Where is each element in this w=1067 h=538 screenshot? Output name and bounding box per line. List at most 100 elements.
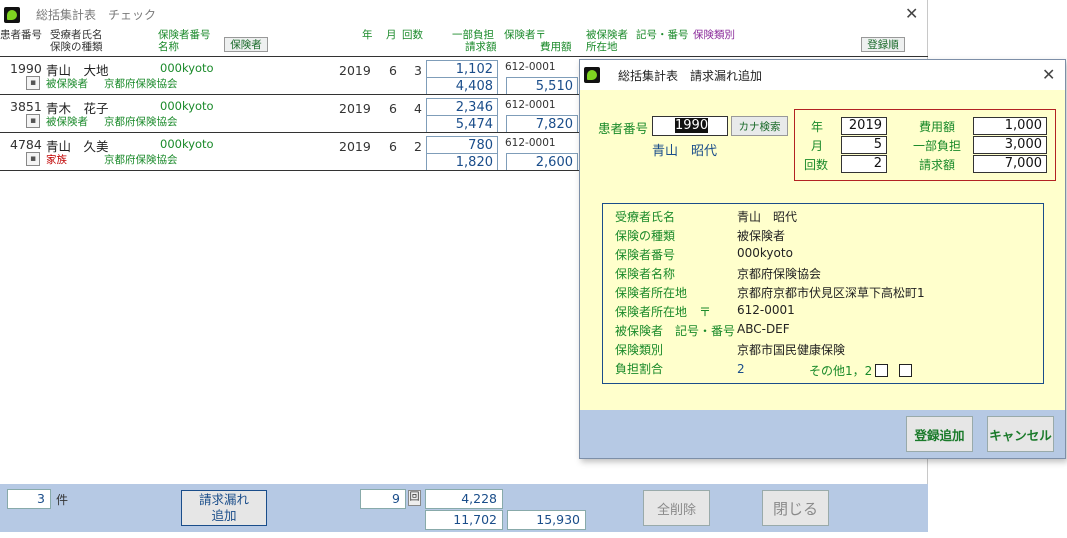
- row-detail-button[interactable]: ▪: [26, 114, 40, 128]
- info-label: 被保険者 記号・番号: [615, 324, 736, 338]
- patient-info-group: 受療者氏名 青山 昭代 保険の種類 被保険者 保険者番号 000kyoto 保険…: [602, 203, 1044, 384]
- row-copay-value: 2,346: [426, 98, 498, 116]
- header-location: 所在地: [586, 41, 618, 53]
- header-insured: 被保険者: [586, 29, 628, 41]
- close-button[interactable]: 閉じる: [762, 490, 829, 526]
- row-insurer-no: 000kyoto: [160, 61, 214, 75]
- burden-ratio-label: 負担割合: [615, 362, 664, 376]
- row-count: 2: [414, 139, 422, 154]
- cost-label: 費用額: [919, 120, 956, 134]
- header-insurer-no: 保険者番号: [158, 29, 211, 41]
- year-label: 年: [811, 120, 824, 134]
- row-detail-button[interactable]: ▪: [26, 76, 40, 90]
- record-count-field: 3: [7, 489, 51, 509]
- kana-search-button[interactable]: カナ検索: [731, 116, 788, 136]
- total-copay-field: 4,228: [425, 489, 503, 509]
- info-value: 京都府保険協会: [737, 267, 822, 281]
- register-add-button[interactable]: 登録追加: [906, 416, 973, 452]
- info-value: 000kyoto: [737, 246, 793, 260]
- info-value: 被保険者: [737, 229, 786, 243]
- row-copay-value: 1,102: [426, 60, 498, 78]
- count-input[interactable]: 2: [841, 155, 887, 173]
- other-2-checkbox[interactable]: [899, 364, 912, 377]
- cost-input[interactable]: 1,000: [973, 117, 1047, 135]
- row-patient-no: 4784: [10, 137, 42, 152]
- header-year: 年: [362, 29, 373, 41]
- row-cost-value: 2,600: [506, 153, 578, 171]
- info-label: 保険の種類: [615, 229, 676, 243]
- header-cost: 費用額: [540, 41, 572, 53]
- row-month: 6: [389, 101, 397, 116]
- row-year: 2019: [339, 101, 371, 116]
- header-patient-no: 患者番号: [0, 29, 42, 41]
- insurer-sort-button[interactable]: 保険者: [224, 37, 268, 52]
- info-value: 京都府京都市伏見区深草下高松町1: [737, 286, 925, 300]
- row-copay-value: 780: [426, 136, 498, 154]
- record-unit-label: 件: [56, 493, 69, 507]
- add-missing-claim-label-2: 追加: [211, 508, 237, 523]
- row-year: 2019: [339, 63, 371, 78]
- row-insurer-zip: 612-0001: [505, 137, 556, 149]
- info-label: 保険者所在地: [615, 286, 688, 300]
- add-missing-claim-button[interactable]: 請求漏れ 追加: [181, 490, 267, 526]
- header-symbol-no: 記号・番号: [636, 29, 689, 41]
- row-claim-value: 4,408: [426, 77, 498, 95]
- other-1-checkbox[interactable]: [875, 364, 888, 377]
- app-logo-icon: [4, 7, 20, 23]
- row-detail-button[interactable]: ▪: [26, 152, 40, 166]
- month-label: 月: [811, 139, 824, 153]
- row-insurer-name: 京都府保険協会: [104, 78, 178, 90]
- header-patient-name: 受療者氏名: [50, 29, 103, 41]
- main-footer: 3 件 請求漏れ 追加 9 回 4,228 11,702 15,930 全削除 …: [0, 484, 928, 532]
- row-count: 3: [414, 63, 422, 78]
- row-insurance-type: 家族: [46, 154, 67, 166]
- row-month: 6: [389, 139, 397, 154]
- claim-input[interactable]: 7,000: [973, 155, 1047, 173]
- row-divider: [0, 56, 928, 57]
- row-insurer-zip: 612-0001: [505, 99, 556, 111]
- dialog-footer: 登録追加 キャンセル: [580, 410, 1065, 458]
- header-month: 月: [386, 29, 397, 41]
- info-value: 612-0001: [737, 303, 795, 317]
- row-insurer-zip: 612-0001: [505, 61, 556, 73]
- close-icon[interactable]: ✕: [905, 4, 918, 23]
- month-input[interactable]: 5: [841, 136, 887, 154]
- total-cost-field: 15,930: [507, 510, 586, 530]
- patient-no-label: 患者番号: [598, 121, 649, 136]
- add-missing-claim-label-1: 請求漏れ: [198, 492, 249, 507]
- dialog-titlebar: 総括集計表 請求漏れ追加 ✕: [580, 60, 1065, 90]
- header-insurance-class: 保険類別: [693, 29, 735, 41]
- delete-all-button[interactable]: 全削除: [643, 490, 710, 526]
- count-unit-label: 回: [408, 490, 421, 506]
- header-copay: 一部負担: [452, 29, 494, 41]
- amount-group: 年 2019 月 5 回数 2 費用額 1,000 一部負担 3,000 請求額…: [794, 109, 1056, 181]
- copay-input[interactable]: 3,000: [973, 136, 1047, 154]
- row-claim-value: 5,474: [426, 115, 498, 133]
- row-patient-no: 1990: [10, 61, 42, 76]
- burden-ratio-value: 2: [737, 362, 745, 376]
- row-insurance-type: 被保険者: [46, 116, 88, 128]
- dialog-logo-icon: [584, 67, 600, 83]
- info-value: 京都市国民健康保険: [737, 343, 846, 357]
- claim-label: 請求額: [919, 158, 956, 172]
- cancel-button[interactable]: キャンセル: [987, 416, 1054, 452]
- window-title: 総括集計表 チェック: [36, 8, 157, 22]
- count-label: 回数: [804, 158, 829, 172]
- year-input[interactable]: 2019: [841, 117, 887, 135]
- header-claim: 請求額: [465, 41, 497, 53]
- header-count: 回数: [402, 29, 423, 41]
- row-patient-no: 3851: [10, 99, 42, 114]
- dialog-title: 総括集計表 請求漏れ追加: [618, 69, 763, 83]
- patient-no-value: 1990: [675, 118, 709, 133]
- header-insurer-name: 名称: [158, 41, 179, 53]
- total-count-field: 9: [360, 489, 406, 509]
- registration-order-button[interactable]: 登録順: [861, 37, 905, 52]
- dialog-close-icon[interactable]: ✕: [1042, 65, 1055, 84]
- patient-no-input[interactable]: 1990: [652, 116, 728, 136]
- row-cost-value: 5,510: [506, 77, 578, 95]
- copay-label: 一部負担: [913, 139, 962, 153]
- row-month: 6: [389, 63, 397, 78]
- add-missing-claim-dialog: 総括集計表 請求漏れ追加 ✕ 患者番号 1990 カナ検索 青山 昭代 年 20…: [579, 59, 1066, 459]
- row-count: 4: [414, 101, 422, 116]
- info-label: 保険者名称: [615, 267, 676, 281]
